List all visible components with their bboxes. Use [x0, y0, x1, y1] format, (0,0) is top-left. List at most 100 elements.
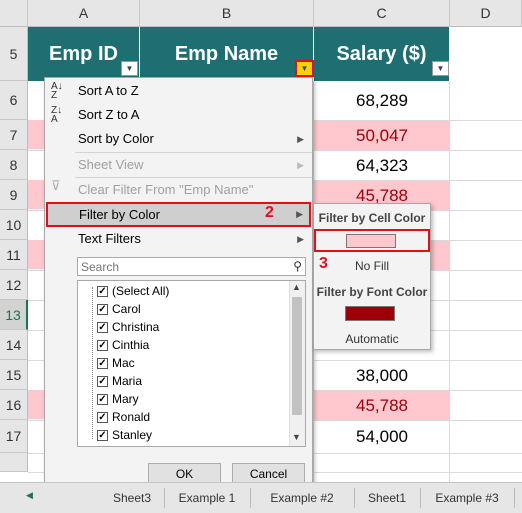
font-color-option[interactable]: [345, 306, 395, 321]
sort-descending-icon: Z↓ A: [51, 105, 63, 125]
sheet-tab-bar: ◀ Sheet3 Example 1 Example #2 Sheet1 Exa…: [0, 482, 522, 513]
search-input[interactable]: [78, 258, 284, 275]
salary-cell-highlighted[interactable]: 45,788: [314, 391, 450, 420]
list-item-label: Ronald: [112, 410, 151, 424]
menu-item-sort-z-a[interactable]: Z↓ A Sort Z to A: [45, 103, 312, 127]
highlighted-cell: [28, 240, 44, 269]
chevron-right-icon: ▶: [297, 134, 304, 144]
menu-item-sheet-view: Sheet View ▶: [45, 153, 312, 177]
sort-ascending-icon: A↓ Z: [51, 81, 63, 101]
chevron-down-icon: ▼: [436, 64, 445, 73]
filter-dropdown-button-active[interactable]: ▼: [295, 60, 314, 77]
menu-item-label: Sort by Color: [78, 131, 154, 146]
menu-item-clear-filter: ⊽ Clear Filter From "Emp Name": [45, 178, 312, 202]
list-item-select-all[interactable]: ✓ (Select All): [97, 282, 169, 300]
select-all-corner[interactable]: [0, 0, 28, 27]
chevron-right-icon: ▶: [296, 209, 303, 219]
search-box[interactable]: ⚲: [77, 257, 306, 276]
salary-cell[interactable]: 54,000: [314, 421, 450, 453]
submenu-header: Filter by Cell Color: [318, 211, 426, 225]
list-item[interactable]: ✓ Mac: [97, 354, 135, 372]
filter-by-color-submenu: Filter by Cell Color No Fill Filter by F…: [313, 203, 431, 350]
checkbox[interactable]: ✓: [97, 357, 108, 369]
row-header[interactable]: 6: [0, 81, 28, 120]
menu-item-label: Text Filters: [78, 231, 141, 246]
row-header[interactable]: 17: [0, 420, 28, 453]
row-header-active[interactable]: 13: [0, 300, 28, 330]
header-cell-emp-name[interactable]: Emp Name: [140, 27, 314, 81]
highlighted-cell: [28, 120, 44, 149]
header-label: Salary ($): [336, 42, 427, 65]
chevron-up-icon[interactable]: ▲: [292, 282, 301, 292]
list-item-label: Cinthia: [112, 338, 150, 352]
checkbox[interactable]: ✓: [97, 375, 108, 387]
filter-dropdown-button[interactable]: ▼: [121, 61, 138, 76]
sheet-tab[interactable]: Sheet1: [354, 488, 421, 508]
row-header[interactable]: 15: [0, 360, 28, 390]
sheet-tab[interactable]: Example 1: [164, 488, 251, 508]
menu-item-label: Sort Z to A: [78, 107, 140, 122]
column-header-a[interactable]: A: [28, 0, 140, 27]
row-header[interactable]: 14: [0, 330, 28, 360]
chevron-right-icon: ▶: [297, 160, 304, 170]
highlighted-cell: [28, 180, 44, 209]
checkbox[interactable]: ✓: [97, 411, 108, 423]
row-header[interactable]: 8: [0, 150, 28, 180]
menu-item-sort-a-z[interactable]: A↓ Z Sort A to Z: [45, 79, 312, 103]
header-label: Emp ID: [49, 42, 118, 65]
checkbox[interactable]: ✓: [97, 285, 108, 297]
chevron-down-icon: ▼: [300, 64, 309, 73]
menu-item-text-filters[interactable]: Text Filters ▶: [45, 227, 312, 251]
no-fill-option[interactable]: No Fill: [314, 259, 430, 273]
salary-cell-highlighted[interactable]: 50,047: [314, 121, 450, 150]
salary-cell[interactable]: 38,000: [314, 361, 450, 390]
list-item-label: Stanley: [112, 428, 153, 442]
cell-color-option[interactable]: [314, 229, 430, 252]
row-header[interactable]: 7: [0, 120, 28, 150]
list-item[interactable]: ✓ Carol: [97, 300, 141, 318]
cancel-button[interactable]: Cancel: [232, 463, 305, 484]
salary-cell[interactable]: 64,323: [314, 151, 450, 180]
sheet-tab[interactable]: Example #2: [250, 488, 355, 508]
checkbox[interactable]: ✓: [97, 429, 108, 441]
automatic-option[interactable]: Automatic: [314, 332, 430, 346]
row-header[interactable]: 12: [0, 270, 28, 300]
menu-item-label: Filter by Color: [79, 207, 160, 222]
row-header[interactable]: 16: [0, 390, 28, 420]
filter-menu: A↓ Z Sort A to Z Z↓ A Sort Z to A Sort by …: [44, 77, 313, 492]
column-header-d[interactable]: D: [450, 0, 522, 27]
checkbox[interactable]: ✓: [97, 321, 108, 333]
filter-dropdown-button[interactable]: ▼: [432, 61, 449, 76]
checkbox[interactable]: ✓: [97, 339, 108, 351]
scrollbar-thumb[interactable]: [292, 297, 302, 415]
menu-item-label: Clear Filter From "Emp Name": [78, 182, 254, 197]
list-item[interactable]: ✓ Mary: [97, 390, 139, 408]
chevron-right-icon: ▶: [297, 234, 304, 244]
list-item[interactable]: ✓ Ronald: [97, 408, 150, 426]
list-item[interactable]: ✓ Cinthia: [97, 336, 149, 354]
scroll-left-icon[interactable]: ◀: [26, 490, 33, 501]
row-header[interactable]: 10: [0, 210, 28, 240]
list-item-label: Carol: [112, 302, 141, 316]
sheet-tab[interactable]: Example #3: [420, 488, 515, 508]
checkbox[interactable]: ✓: [97, 393, 108, 405]
column-header-b[interactable]: B: [140, 0, 314, 27]
salary-cell[interactable]: 68,289: [314, 81, 450, 120]
row-header[interactable]: 5: [0, 27, 28, 81]
header-cell-salary[interactable]: Salary ($): [314, 27, 450, 81]
menu-item-label: Sheet View: [78, 157, 144, 172]
checkbox[interactable]: ✓: [97, 303, 108, 315]
list-item[interactable]: ✓ Maria: [97, 372, 142, 390]
menu-item-sort-by-color[interactable]: Sort by Color ▶: [45, 127, 312, 151]
scrollbar[interactable]: ▲ ▼: [289, 281, 305, 446]
row-header[interactable]: 9: [0, 180, 28, 210]
list-item[interactable]: ✓ Stanley: [97, 426, 152, 444]
ok-button[interactable]: OK: [148, 463, 221, 484]
chevron-down-icon[interactable]: ▼: [292, 432, 301, 442]
row-header[interactable]: 11: [0, 240, 28, 270]
sheet-tab[interactable]: Sheet3: [100, 488, 165, 508]
row-header[interactable]: [0, 453, 28, 472]
list-item-label: Mac: [112, 356, 135, 370]
list-item[interactable]: ✓ Christina: [97, 318, 159, 336]
column-header-c[interactable]: C: [314, 0, 450, 27]
